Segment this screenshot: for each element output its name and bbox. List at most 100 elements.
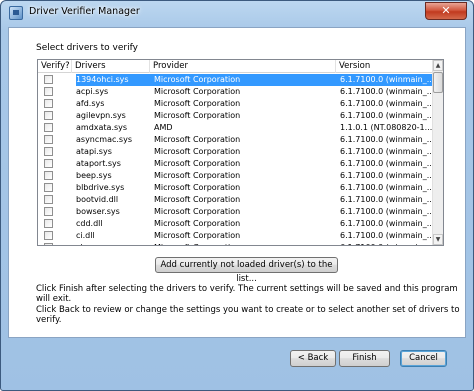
- provider-cell: Microsoft Corporation: [154, 219, 241, 228]
- column-header-verify[interactable]: Verify?: [38, 60, 72, 73]
- vertical-scrollbar[interactable]: ▲ ▼: [432, 60, 443, 245]
- cancel-button[interactable]: Cancel: [400, 350, 447, 367]
- verify-checkbox[interactable]: [44, 99, 53, 108]
- verify-checkbox[interactable]: [44, 207, 53, 216]
- verify-cell: [38, 74, 72, 86]
- provider-cell: Microsoft Corporation: [154, 171, 241, 180]
- verify-cell: [38, 206, 72, 218]
- version-cell: 6.1.7100.0 (winmain_...: [340, 219, 434, 228]
- verify-checkbox[interactable]: [44, 243, 53, 245]
- version-cell: 6.1.7100.0 (winmain_...: [340, 207, 434, 216]
- verify-checkbox[interactable]: [44, 87, 53, 96]
- driver-name-cell: 1394ohci.sys: [76, 74, 150, 86]
- verify-cell: [38, 134, 72, 146]
- driver-name-cell: bowser.sys: [76, 207, 120, 216]
- driver-name-cell: blbdrive.sys: [76, 183, 125, 192]
- table-row[interactable]: 1394ohci.sys Microsoft Corporation 6.1.710…: [38, 74, 434, 86]
- column-header-version[interactable]: Version: [336, 60, 434, 73]
- info-text-back: Click Back to review or change the setti…: [36, 305, 460, 325]
- scroll-up-arrow-icon[interactable]: ▲: [433, 60, 443, 71]
- client-area: Select drivers to verify Verify? Drivers…: [8, 27, 466, 338]
- verify-checkbox[interactable]: [44, 219, 53, 228]
- window-title: Driver Verifier Manager: [29, 6, 140, 17]
- version-cell: 6.1.7100.0 (winmain_...: [340, 171, 434, 180]
- driver-name-cell: classpnp.sys: [72, 242, 150, 245]
- list-header: Verify? Drivers Provider Version: [38, 60, 434, 73]
- verify-cell: [38, 86, 72, 98]
- table-row[interactable]: amdxata.sys AMD 1.1.0.1 (NT.080820-1...: [38, 122, 434, 134]
- verify-checkbox[interactable]: [44, 183, 53, 192]
- version-cell: 6.1.7100.0 (winmain_...: [340, 159, 434, 168]
- table-row[interactable]: acpi.sys Microsoft Corporation 6.1.7100.0 …: [38, 86, 434, 98]
- app-icon: [9, 6, 23, 20]
- verify-checkbox[interactable]: [44, 147, 53, 156]
- table-row[interactable]: agilevpn.sys Microsoft Corporation 6.1.710…: [38, 110, 434, 122]
- finish-button[interactable]: Finish: [339, 350, 390, 367]
- verify-checkbox[interactable]: [44, 75, 53, 84]
- verify-checkbox[interactable]: [44, 123, 53, 132]
- version-cell: 6.1.7100.0 (winmain_...: [340, 195, 434, 204]
- verify-cell: [38, 122, 72, 134]
- driver-name-cell: amdxata.sys: [76, 123, 128, 132]
- verify-checkbox[interactable]: [44, 171, 53, 180]
- version-cell: 6.1.7100.0 (winmain_...: [336, 242, 434, 245]
- verify-cell: [38, 194, 72, 206]
- info-text-finish: Click Finish after selecting the drivers…: [36, 284, 458, 304]
- verify-checkbox[interactable]: [44, 159, 53, 168]
- verify-cell: [38, 98, 72, 110]
- driver-name-cell: asyncmac.sys: [76, 135, 132, 144]
- list-rows: 1394ohci.sys Microsoft Corporation 6.1.710…: [38, 74, 434, 245]
- scroll-thumb[interactable]: [433, 72, 443, 93]
- version-cell: 6.1.7100.0 (winmain_...: [340, 231, 434, 240]
- table-row[interactable]: ci.dll Microsoft Corporation 6.1.7100.0 (w…: [38, 230, 434, 242]
- back-button[interactable]: < Back: [290, 350, 336, 367]
- table-row[interactable]: classpnp.sysMicrosoft Corporation6.1.710…: [38, 242, 434, 245]
- table-row[interactable]: ataport.sys Microsoft Corporation 6.1.7100…: [38, 158, 434, 170]
- driver-list[interactable]: Verify? Drivers Provider Version 1394ohc…: [37, 59, 444, 246]
- table-row[interactable]: blbdrive.sys Microsoft Corporation 6.1.710…: [38, 182, 434, 194]
- driver-name-cell: agilevpn.sys: [76, 111, 126, 120]
- driver-name-cell: ataport.sys: [76, 159, 121, 168]
- table-row[interactable]: bootvid.dll Microsoft Corporation 6.1.7100…: [38, 194, 434, 206]
- table-row[interactable]: cdd.dll Microsoft Corporation 6.1.7100.0 (…: [38, 218, 434, 230]
- provider-cell: Microsoft Corporation: [154, 99, 241, 108]
- column-header-drivers[interactable]: Drivers: [72, 60, 150, 73]
- provider-cell: Microsoft Corporation: [154, 87, 241, 96]
- version-cell: 6.1.7100.0 (winmain_...: [340, 87, 434, 96]
- verify-cell: [38, 242, 72, 245]
- verify-checkbox[interactable]: [44, 135, 53, 144]
- table-row[interactable]: afd.sys Microsoft Corporation 6.1.7100.0 (…: [38, 98, 434, 110]
- version-cell: 6.1.7100.0 (winmain_...: [340, 99, 434, 108]
- version-cell: 6.1.7100.0 (winmain_...: [340, 111, 434, 120]
- version-cell: 6.1.7100.0 (winmain_...: [340, 147, 434, 156]
- provider-cell: Microsoft Corporation: [154, 183, 241, 192]
- provider-cell: Microsoft Corporation: [154, 147, 241, 156]
- version-cell: 6.1.7100.0 (winmain_...: [340, 183, 434, 192]
- provider-cell: Microsoft Corporation: [150, 242, 336, 245]
- table-row[interactable]: beep.sys Microsoft Corporation 6.1.7100.0 …: [38, 170, 434, 182]
- provider-cell: Microsoft Corporation: [154, 207, 241, 216]
- close-button[interactable]: ✕: [425, 2, 467, 20]
- title-bar[interactable]: Driver Verifier Manager ✕: [1, 1, 473, 25]
- provider-cell: AMD: [154, 123, 173, 132]
- version-cell: 6.1.7100.0 (winmain_...: [340, 135, 434, 144]
- provider-cell: Microsoft Corporation: [150, 74, 336, 86]
- table-row[interactable]: bowser.sys Microsoft Corporation 6.1.7100.…: [38, 206, 434, 218]
- scroll-down-arrow-icon[interactable]: ▼: [433, 234, 443, 245]
- verify-cell: [38, 146, 72, 158]
- verify-cell: [38, 230, 72, 242]
- table-row[interactable]: asyncmac.sys Microsoft Corporation 6.1.710…: [38, 134, 434, 146]
- driver-name-cell: afd.sys: [76, 99, 105, 108]
- column-header-provider[interactable]: Provider: [150, 60, 336, 73]
- verify-checkbox[interactable]: [44, 231, 53, 240]
- verify-cell: [38, 158, 72, 170]
- verify-cell: [38, 218, 72, 230]
- driver-name-cell: ci.dll: [76, 231, 95, 240]
- verify-checkbox[interactable]: [44, 111, 53, 120]
- table-row[interactable]: atapi.sys Microsoft Corporation 6.1.7100.0…: [38, 146, 434, 158]
- driver-name-cell: atapi.sys: [76, 147, 112, 156]
- verify-checkbox[interactable]: [44, 195, 53, 204]
- verify-cell: [38, 170, 72, 182]
- add-unloaded-drivers-button[interactable]: Add currently not loaded driver(s) to th…: [155, 257, 338, 284]
- verify-cell: [38, 182, 72, 194]
